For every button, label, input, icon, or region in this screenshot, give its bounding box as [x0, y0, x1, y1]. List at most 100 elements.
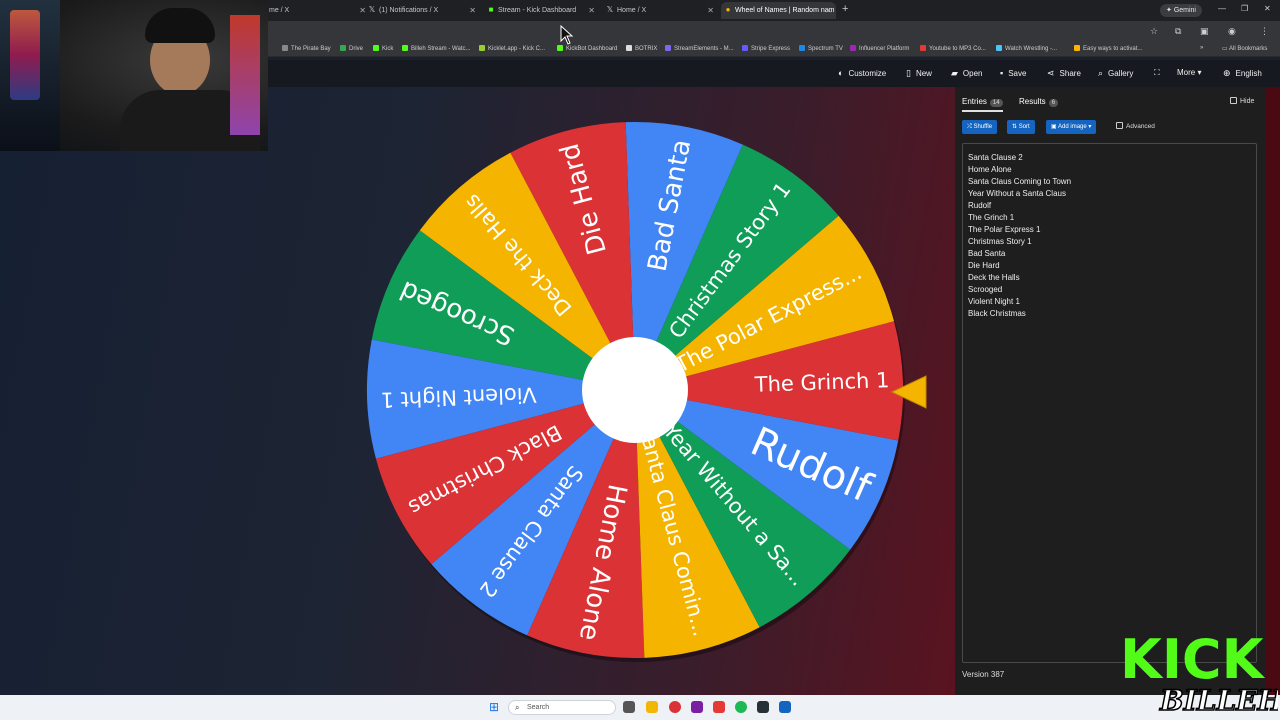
taskview-icon[interactable]: [623, 701, 635, 713]
entries-tab-label: Entries: [962, 97, 987, 106]
all-bookmarks[interactable]: ▭ All Bookmarks: [1222, 45, 1267, 52]
customize-label: Customize: [848, 69, 887, 78]
windows-taskbar: ⊞ ⌕ Search: [0, 695, 1280, 720]
checkbox-icon: [1116, 122, 1123, 129]
hide-checkbox[interactable]: Hide: [1230, 97, 1254, 105]
browser-tab[interactable]: ■ Stream - Kick Dashboard ✕: [484, 2, 599, 19]
file-explorer-icon[interactable]: [646, 701, 658, 713]
entry-item[interactable]: Santa Clause 2: [968, 152, 1071, 164]
browser-tab[interactable]: 𝕏 Home / X ✕: [603, 2, 718, 19]
bookmark[interactable]: Stripe Express: [742, 45, 790, 52]
entry-item[interactable]: The Polar Express 1: [968, 224, 1071, 236]
kicklet-icon: [479, 45, 485, 51]
gallery-button[interactable]: ⌕ Gallery: [1098, 68, 1133, 79]
taskbar-search-input[interactable]: ⌕ Search: [508, 700, 616, 715]
share-button[interactable]: ⋖ Share: [1047, 68, 1081, 79]
wheel-center-button[interactable]: [582, 337, 688, 443]
tab-entries[interactable]: Entries 14: [962, 97, 1003, 112]
bookmark[interactable]: Billeh Stream - Watc...: [402, 45, 470, 52]
entry-item[interactable]: Deck the Halls: [968, 272, 1071, 284]
windows-start-icon[interactable]: ⊞: [489, 700, 499, 714]
entry-item[interactable]: Scrooged: [968, 284, 1071, 296]
browser-tab[interactable]: 𝕏 (1) Notifications / X ✕: [365, 2, 480, 19]
entry-item[interactable]: Bad Santa: [968, 248, 1071, 260]
checkbox-icon: [1230, 97, 1237, 104]
bookmark[interactable]: Kick: [373, 45, 393, 52]
browser-tab[interactable]: 𝕏 me / X ✕: [255, 2, 370, 19]
tab-results[interactable]: Results 6: [1019, 97, 1059, 107]
bookmark[interactable]: Influencer Platform: [850, 45, 909, 52]
mouse-cursor: [560, 25, 574, 45]
logo-text-billeh: BILLEH: [1159, 684, 1278, 717]
open-button[interactable]: ▰ Open: [951, 68, 983, 79]
app-icon[interactable]: [713, 701, 725, 713]
customize-button[interactable]: ◐ Customize: [838, 68, 886, 78]
star-icon[interactable]: ☆: [1150, 26, 1158, 37]
menu-icon[interactable]: ⋮: [1260, 26, 1269, 37]
bookmark-label: Easy ways to activat...: [1083, 46, 1143, 52]
bookmark[interactable]: Watch Wrestling -...: [996, 45, 1057, 52]
bookmark[interactable]: KickBot Dashboard: [557, 45, 617, 52]
bookmark[interactable]: StreamElements - M...: [665, 45, 734, 52]
name-wheel[interactable]: The Polar Express...Christmas Story 1Bad…: [365, 118, 905, 663]
entries-textarea[interactable]: Santa Clause 2 Home Alone Santa Claus Comi…: [962, 143, 1257, 663]
bookmark-label: Youtube to MP3 Co...: [929, 46, 986, 52]
entries-count-badge: 14: [989, 99, 1003, 107]
close-icon[interactable]: ✕: [588, 2, 595, 19]
browser-tab-active[interactable]: ● Wheel of Names | Random nam ✕: [721, 2, 836, 19]
app-icon[interactable]: [757, 701, 769, 713]
extensions-icon[interactable]: ⧉: [1175, 26, 1181, 37]
gemini-button[interactable]: ✦ Gemini: [1160, 4, 1202, 17]
close-icon[interactable]: ✕: [707, 2, 714, 19]
tab-label: (1) Notifications / X: [379, 7, 439, 14]
spotify-icon[interactable]: [735, 701, 747, 713]
entry-item[interactable]: Die Hard: [968, 260, 1071, 272]
botrix-icon: [626, 45, 632, 51]
bookmark[interactable]: The Pirate Bay: [282, 45, 331, 52]
bookmark[interactable]: Kicklet.app - Kick C...: [479, 45, 545, 52]
bookmark[interactable]: BOTRIX: [626, 45, 657, 52]
entry-item[interactable]: Black Christmas: [968, 308, 1071, 320]
close-window-icon[interactable]: ✕: [1264, 4, 1271, 13]
share-icon: ⋖: [1047, 68, 1055, 78]
save-button[interactable]: ▪ Save: [1000, 68, 1026, 78]
chrome-icon[interactable]: [669, 701, 681, 713]
gemini-label: Gemini: [1173, 7, 1196, 14]
app-icon[interactable]: [691, 701, 703, 713]
overflow-chevron-icon[interactable]: »: [1200, 45, 1203, 51]
entry-item[interactable]: Rudolf: [968, 200, 1071, 212]
more-button[interactable]: More ▾: [1177, 68, 1201, 77]
bookmark[interactable]: Youtube to MP3 Co...: [920, 45, 986, 52]
close-icon[interactable]: ✕: [825, 2, 832, 19]
close-icon[interactable]: ✕: [469, 2, 476, 19]
new-button[interactable]: ▯ New: [906, 68, 932, 79]
sidepanel-icon[interactable]: ▣: [1200, 26, 1209, 37]
bookmark[interactable]: Spectrum TV: [799, 45, 843, 52]
bookmark[interactable]: Drive: [340, 45, 363, 52]
restore-icon[interactable]: ❐: [1241, 4, 1248, 13]
new-tab-button[interactable]: +: [842, 3, 848, 15]
entry-item[interactable]: Home Alone: [968, 164, 1071, 176]
bookmark[interactable]: Easy ways to activat...: [1074, 45, 1142, 52]
sort-button[interactable]: ⇅ Sort: [1007, 120, 1035, 134]
minimize-icon[interactable]: —: [1218, 4, 1226, 13]
language-button[interactable]: ⊕ English: [1223, 68, 1262, 79]
entry-item[interactable]: The Grinch 1: [968, 212, 1071, 224]
bookmark-label: StreamElements - M...: [674, 46, 734, 52]
fullscreen-icon[interactable]: ⛶: [1154, 68, 1160, 78]
entry-item[interactable]: Santa Claus Coming to Town: [968, 176, 1071, 188]
add-image-button[interactable]: ▣ Add image ▾: [1046, 120, 1097, 134]
panel-content: Entries 14 Results 6 Hide ⤮ Shuffle ⇅ Sort…: [955, 87, 1265, 695]
gallery-label: Gallery: [1108, 69, 1134, 78]
profile-icon[interactable]: ◉: [1228, 26, 1236, 37]
x-icon: 𝕏: [606, 5, 614, 14]
entry-item[interactable]: Violent Night 1: [968, 296, 1071, 308]
entry-item[interactable]: Year Without a Santa Claus: [968, 188, 1071, 200]
shuffle-label: Shuffle: [973, 124, 993, 130]
advanced-checkbox[interactable]: Advanced: [1116, 122, 1155, 130]
youtube-icon: [920, 45, 926, 51]
sort-icon: ⇅: [1012, 124, 1019, 130]
shuffle-button[interactable]: ⤮ Shuffle: [962, 120, 998, 134]
entry-item[interactable]: Christmas Story 1: [968, 236, 1071, 248]
steam-icon[interactable]: [779, 701, 791, 713]
